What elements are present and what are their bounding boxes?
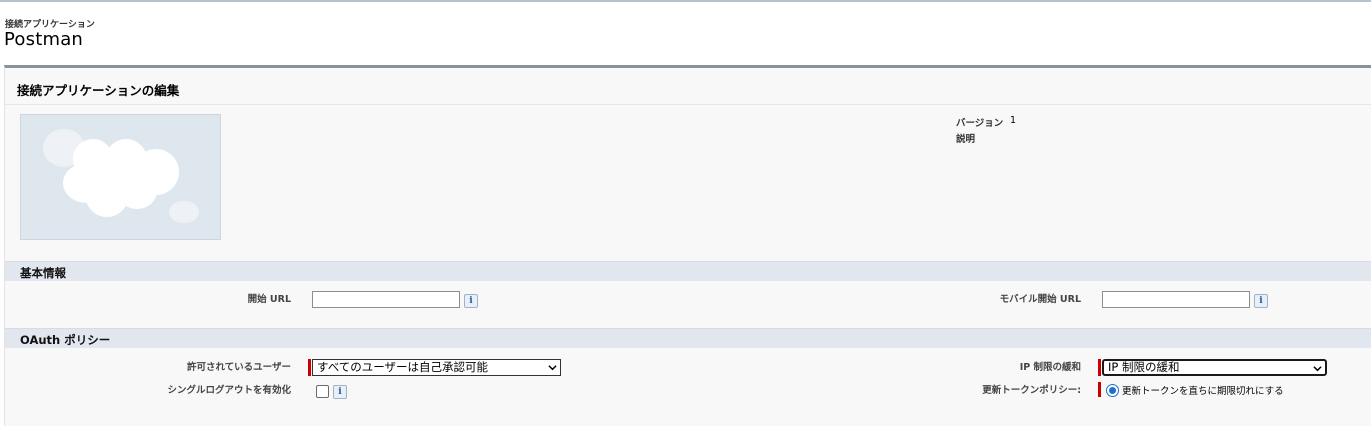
section-basic-info: 基本情報: [5, 261, 1371, 281]
start-url-input[interactable]: [312, 291, 460, 308]
section-oauth-policy: OAuth ポリシー: [5, 328, 1371, 348]
info-icon[interactable]: i: [1254, 294, 1268, 308]
required-indicator: [1098, 382, 1101, 397]
refresh-token-radio[interactable]: [1106, 384, 1119, 397]
select-value: IP 制限の緩和: [1108, 360, 1180, 374]
chevron-down-icon: [1313, 366, 1322, 372]
refresh-token-policy-label: 更新トークンポリシー:: [982, 385, 1081, 396]
permitted-users-select[interactable]: すべてのユーザーは自己承認可能: [312, 359, 561, 376]
select-value: すべてのユーザーは自己承認可能: [317, 360, 489, 374]
page-header: 接続アプリケーション Postman: [0, 2, 1371, 66]
ip-relax-label: IP 制限の緩和: [1019, 362, 1081, 373]
mobile-start-url-label: モバイル開始 URL: [999, 294, 1081, 305]
mobile-start-url-input[interactable]: [1102, 291, 1250, 308]
single-logout-label: シングルログアウトを有効化: [167, 385, 291, 396]
page-title: Postman: [4, 29, 84, 50]
permitted-users-label: 許可されているユーザー: [186, 362, 291, 373]
description-label: 説明: [956, 134, 976, 145]
required-indicator: [1098, 359, 1101, 376]
version-label: バージョン: [956, 118, 1004, 129]
cloud-shape-faint: [169, 201, 199, 223]
app-logo-placeholder: [20, 114, 221, 240]
section-title: OAuth ポリシー: [20, 333, 111, 347]
single-logout-checkbox[interactable]: [316, 385, 329, 398]
chevron-down-icon: [548, 365, 557, 371]
divider: [5, 104, 1371, 105]
panel-title: 接続アプリケーションの編集: [17, 83, 180, 98]
section-title: 基本情報: [20, 266, 66, 280]
edit-connected-app-panel: 接続アプリケーションの編集 バージョン 1 説明 基本情報 開始 URL i モ…: [4, 65, 1371, 426]
version-value: 1: [1010, 115, 1017, 126]
refresh-token-option-label: 更新トークンを直ちに期限切れにする: [1122, 386, 1284, 397]
cloud-icon: [81, 159, 171, 195]
ip-relax-select[interactable]: IP 制限の緩和: [1102, 359, 1327, 376]
info-icon[interactable]: i: [464, 294, 478, 308]
info-icon[interactable]: i: [333, 385, 347, 399]
required-indicator: [308, 359, 311, 376]
start-url-label: 開始 URL: [247, 294, 291, 305]
